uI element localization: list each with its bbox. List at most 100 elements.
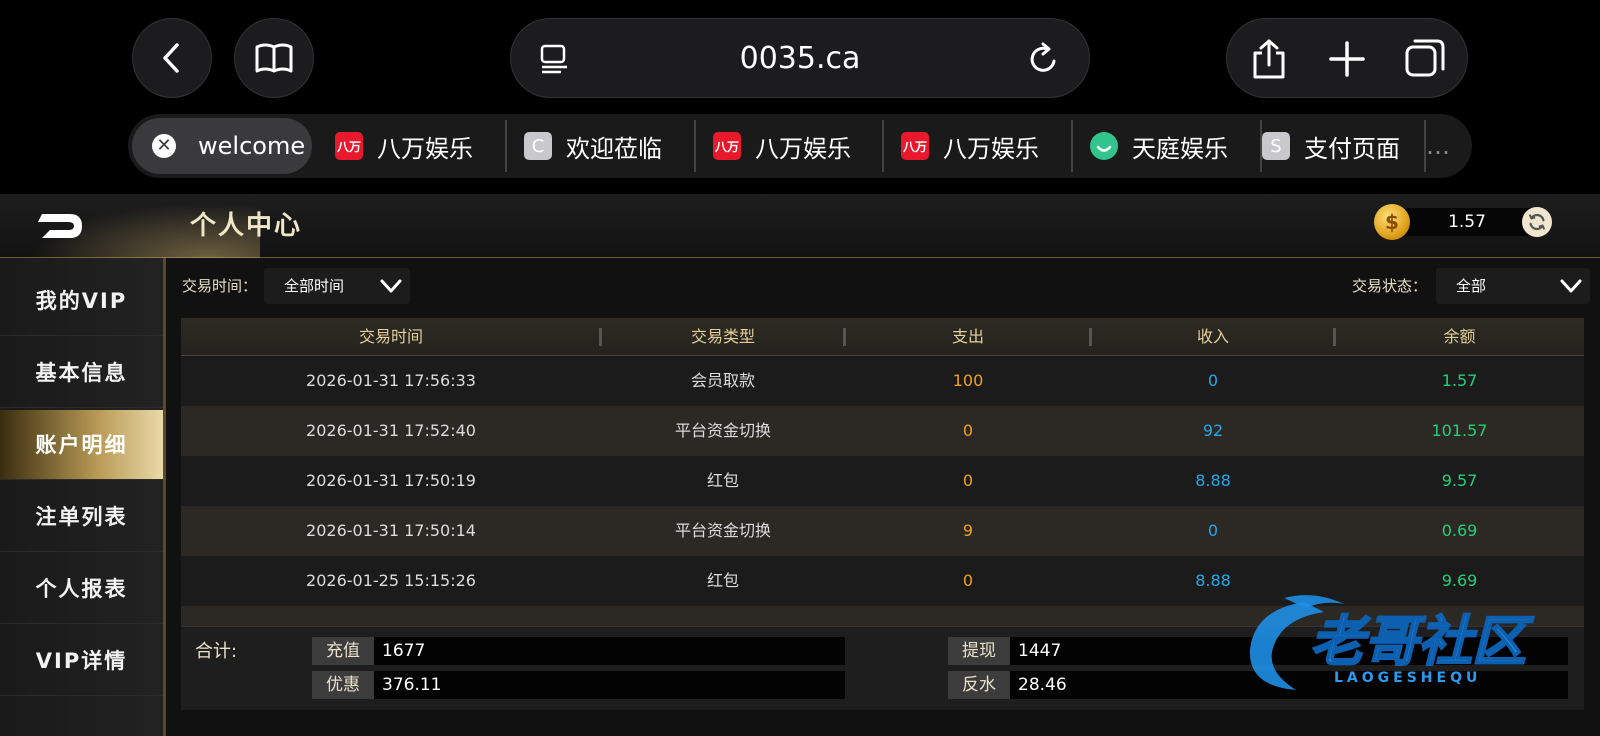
cell-income: 8.88 [1195, 471, 1231, 490]
close-icon[interactable]: ✕ [152, 134, 176, 158]
chevron-down-icon [380, 279, 402, 293]
recharge-value: 1677 [374, 637, 845, 665]
cell-type: 平台资金切换 [674, 521, 771, 540]
table-row: 2026-01-31 17:52:40 平台资金切换 0 92 101.57 [181, 406, 1584, 456]
sidebar-item-basic-info[interactable]: 基本信息 [0, 338, 163, 408]
cell-balance: 1.57 [1441, 371, 1478, 390]
address-bar[interactable]: 0035.ca [510, 18, 1090, 98]
tab-label: 支付页面 [1304, 134, 1400, 163]
sidebar-item-vip-details[interactable]: VIP详情 [0, 626, 163, 696]
coin-icon: $ [1374, 204, 1410, 240]
bonus-value: 376.11 [374, 671, 845, 699]
filter-bar: 交易时间： 全部时间 交易状态： 全部 [180, 268, 1590, 304]
tab-label: welcome [198, 132, 306, 160]
tab-divider [882, 120, 884, 172]
bawan-favicon-icon: 八万 [335, 132, 363, 160]
summary-label: 合计: [195, 641, 238, 662]
tab-bawan-2[interactable]: 八万 八万娱乐 [713, 114, 851, 178]
browser-actions [1226, 18, 1468, 98]
tab-divider [694, 120, 696, 172]
column-header: 收入 [1196, 327, 1229, 346]
table-header: 交易时间 交易类型 支出 收入 余额 [181, 318, 1584, 356]
book-icon [255, 43, 293, 73]
browser-chrome: 0035.ca ✕ welcome 八万 八万娱乐 C 欢迎莅临 八万 八万娱乐… [0, 0, 1600, 194]
tab-label: 八万娱乐 [943, 134, 1039, 163]
table-row: 2026-01-31 17:56:33 会员取款 100 0 1.57 [181, 356, 1584, 406]
tab-payment[interactable]: S 支付页面 [1262, 114, 1400, 178]
tab-bawan-3[interactable]: 八万 八万娱乐 [901, 114, 1039, 178]
withdraw-label: 提现 [948, 637, 1010, 665]
new-tab-icon[interactable] [1325, 37, 1369, 81]
time-filter-value: 全部时间 [284, 277, 345, 295]
chevron-left-icon [163, 43, 179, 73]
watermark-subtext: LAOGESHEQU [1334, 670, 1481, 686]
column-header: 支出 [951, 327, 984, 346]
cell-expense: 0 [962, 471, 974, 490]
reader-mode-icon[interactable] [537, 41, 573, 77]
tab-divider [1260, 120, 1262, 172]
cell-expense: 0 [962, 421, 974, 440]
cell-type: 平台资金切换 [674, 421, 771, 440]
cell-expense: 0 [962, 571, 974, 590]
tab-bawan-1[interactable]: 八万 八万娱乐 [335, 114, 473, 178]
tab-bar: ✕ welcome 八万 八万娱乐 C 欢迎莅临 八万 八万娱乐 八万 八万娱乐… [128, 114, 1472, 178]
column-header: 余额 [1443, 327, 1476, 346]
tab-label: 八万娱乐 [377, 134, 473, 163]
tab-welcome-visit[interactable]: C 欢迎莅临 [524, 114, 662, 178]
cell-type: 会员取款 [690, 371, 755, 390]
summary-bonus: 优惠 376.11 [312, 671, 845, 699]
tab-label: 八万娱乐 [755, 134, 851, 163]
cell-time: 2026-01-25 15:15:26 [306, 571, 476, 590]
share-icon[interactable] [1247, 37, 1291, 81]
summary-recharge: 充值 1677 [312, 637, 845, 665]
refresh-balance-button[interactable] [1522, 207, 1552, 237]
app-header: 个人中心 1.57 $ [0, 194, 1600, 258]
tabs-overview-icon[interactable] [1403, 37, 1447, 81]
cell-type: 红包 [706, 571, 739, 590]
url-text[interactable]: 0035.ca [591, 19, 1009, 99]
sidebar-item-my-vip[interactable]: 我的VIP [0, 266, 163, 336]
reload-icon[interactable] [1023, 39, 1063, 79]
tab-welcome[interactable]: ✕ welcome [132, 118, 312, 174]
cell-type: 红包 [706, 471, 739, 490]
tab-tianting[interactable]: 天庭娱乐 [1090, 114, 1228, 178]
status-filter-select[interactable]: 全部 [1436, 268, 1590, 304]
table-row: 2026-01-31 17:50:19 红包 0 8.88 9.57 [181, 456, 1584, 506]
cell-balance: 0.69 [1441, 521, 1478, 540]
cell-income: 92 [1202, 421, 1224, 440]
back-button[interactable] [132, 18, 212, 98]
tab-divider [1071, 120, 1073, 172]
cell-time: 2026-01-31 17:52:40 [306, 421, 476, 440]
cell-income: 0 [1207, 521, 1219, 540]
balance-display: 1.57 [1400, 208, 1534, 236]
tab-overflow[interactable]: … [1426, 114, 1450, 178]
tab-label: 欢迎莅临 [566, 134, 662, 163]
recharge-label: 充值 [312, 637, 374, 665]
status-filter-label: 交易状态： [1352, 277, 1428, 295]
watermark-text: 老哥社区 [1310, 610, 1534, 673]
table-row: 2026-01-31 17:50:14 平台资金切换 9 0 0.69 [181, 506, 1584, 556]
sidebar: 我的VIP 基本信息 账户明细 注单列表 个人报表 VIP详情 [0, 258, 166, 736]
sidebar-item-personal-report[interactable]: 个人报表 [0, 554, 163, 624]
cell-expense: 100 [952, 371, 984, 390]
refresh-icon [1528, 213, 1546, 231]
tab-divider [1424, 120, 1426, 172]
watermark-logo: 老哥社区 LAOGESHEQU [1249, 595, 1535, 690]
letter-s-favicon-icon: S [1262, 132, 1290, 160]
back-arrow-icon[interactable] [36, 208, 86, 244]
cell-balance: 9.57 [1441, 471, 1478, 490]
bonus-label: 优惠 [312, 671, 374, 699]
column-header: 交易时间 [358, 327, 423, 346]
bawan-favicon-icon: 八万 [713, 132, 741, 160]
cell-income: 0 [1207, 371, 1219, 390]
tab-label: 天庭娱乐 [1132, 134, 1228, 163]
bookmarks-button[interactable] [234, 18, 314, 98]
sidebar-item-account-details[interactable]: 账户明细 [0, 410, 163, 480]
page-title: 个人中心 [190, 211, 303, 241]
letter-c-favicon-icon: C [524, 132, 552, 160]
time-filter-select[interactable]: 全部时间 [264, 268, 410, 304]
bawan-favicon-icon: 八万 [901, 132, 929, 160]
chevron-down-icon [1560, 279, 1582, 293]
sidebar-item-bet-list[interactable]: 注单列表 [0, 482, 163, 552]
cell-time: 2026-01-31 17:56:33 [306, 371, 476, 390]
